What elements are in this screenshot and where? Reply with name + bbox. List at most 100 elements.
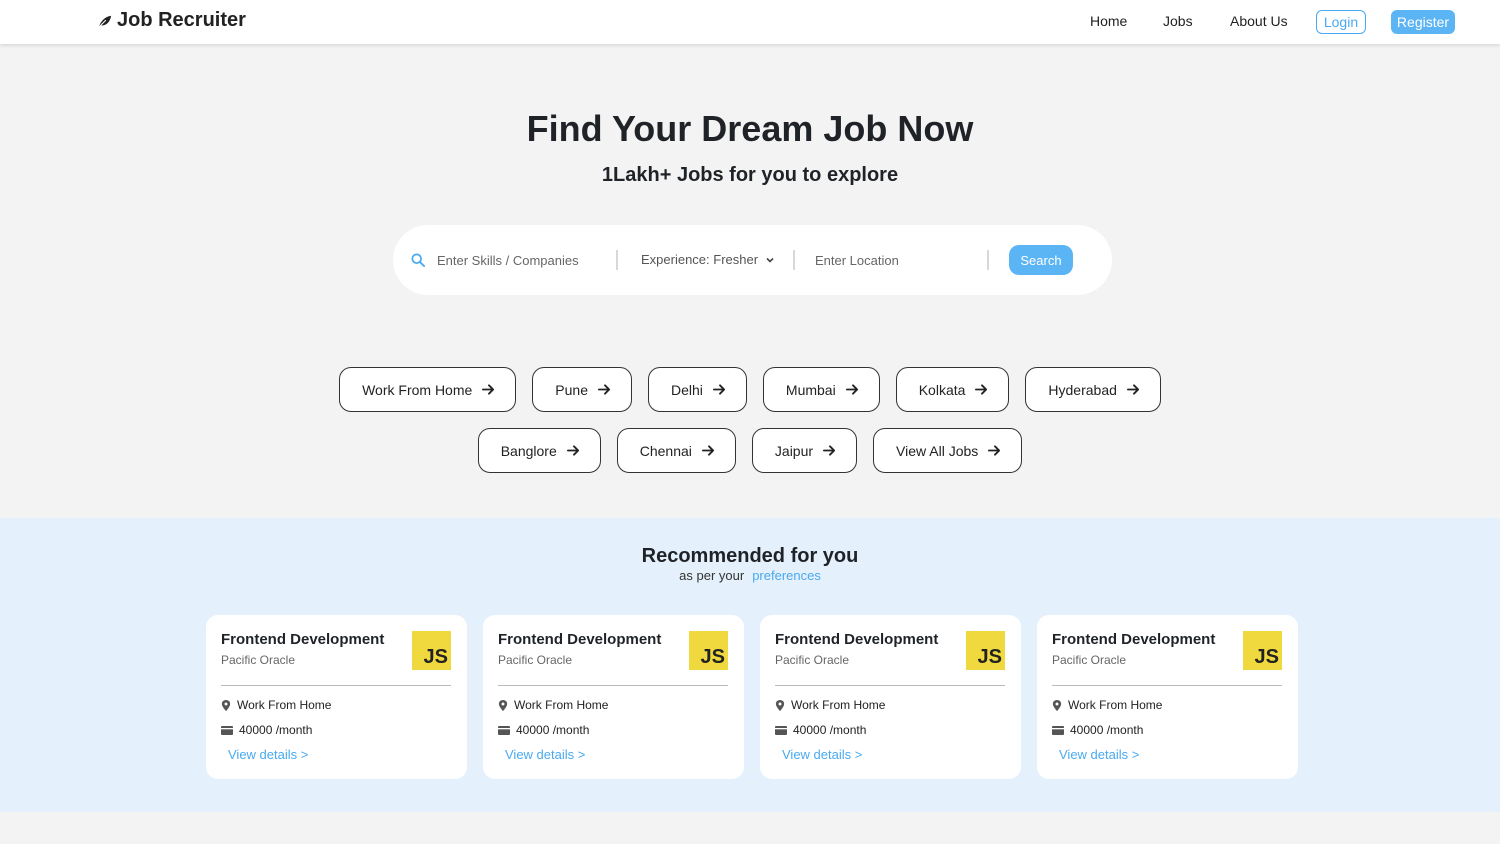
job-card[interactable]: Frontend Development Pacific Oracle JS Work… — [483, 615, 744, 779]
job-card[interactable]: Frontend Development Pacific Oracle JS Work… — [206, 615, 467, 779]
recommended-subtitle: as per your preferences — [0, 568, 1500, 583]
chip-label: Work From Home — [362, 381, 473, 398]
recommended-title: Recommended for you — [641, 545, 859, 567]
card-divider — [498, 685, 728, 686]
job-location: Work From Home — [221, 698, 331, 712]
arrow-right-icon — [845, 384, 858, 395]
job-location: Work From Home — [498, 698, 608, 712]
location-chip[interactable]: Banglore — [477, 428, 601, 473]
view-details-link[interactable]: View details > — [228, 747, 308, 762]
location-chip[interactable]: Chennai — [616, 428, 736, 473]
location-pin-icon — [775, 699, 785, 711]
recommended-subtitle-text: as per your — [679, 568, 745, 583]
logo-text: JS — [977, 646, 1002, 668]
card-divider — [1052, 685, 1282, 686]
arrow-right-icon — [1126, 384, 1139, 395]
location-chip[interactable]: Mumbai — [762, 367, 880, 412]
arrow-right-icon — [566, 445, 579, 456]
preferences-link[interactable]: preferences — [752, 568, 821, 583]
view-details-link[interactable]: View details > — [505, 747, 585, 762]
location-chip[interactable]: Pune — [532, 367, 632, 412]
location-chips-row-2: Banglore Chennai Jaipur View All Jobs — [0, 428, 1500, 473]
location-chips-row-1: Work From Home Pune Delhi Mumbai Kolkata Hyde… — [0, 367, 1500, 412]
brand-name: Job Recruiter — [117, 9, 246, 31]
chevron-down-icon — [766, 257, 774, 263]
location-pin-icon — [1052, 699, 1062, 711]
job-title: Frontend Development — [221, 631, 385, 648]
search-button[interactable]: Search — [1009, 245, 1073, 275]
job-title: Frontend Development — [775, 631, 939, 648]
card-divider — [775, 685, 1005, 686]
job-salary-text: 40000 /month — [1070, 723, 1144, 737]
view-details-link[interactable]: View details > — [1059, 747, 1139, 762]
chip-label: Pune — [555, 381, 588, 398]
job-title: Frontend Development — [498, 631, 662, 648]
arrow-right-icon — [975, 384, 988, 395]
wallet-icon — [498, 726, 510, 735]
job-card[interactable]: Frontend Development Pacific Oracle JS Work… — [1037, 615, 1298, 779]
job-salary-text: 40000 /month — [793, 723, 867, 737]
location-chip[interactable]: Delhi — [648, 367, 747, 412]
location-chip[interactable]: Kolkata — [895, 367, 1010, 412]
card-divider — [221, 685, 451, 686]
chip-label: Banglore — [500, 442, 557, 459]
chip-label: View All Jobs — [896, 442, 979, 459]
company-name: Pacific Oracle — [221, 653, 296, 667]
location-pin-icon — [498, 699, 508, 711]
divider — [616, 250, 618, 270]
job-salary: 40000 /month — [221, 723, 312, 737]
job-title: Frontend Development — [1052, 631, 1216, 648]
experience-dropdown-value: Experience: Fresher — [641, 252, 759, 267]
job-location-text: Work From Home — [514, 698, 609, 712]
js-logo-icon: JS — [966, 631, 1005, 670]
skills-search-input[interactable] — [437, 249, 597, 271]
divider — [793, 250, 795, 270]
logo-text: JS — [423, 646, 448, 668]
location-chip[interactable]: Jaipur — [751, 428, 858, 473]
experience-dropdown[interactable]: Experience: Fresher — [641, 252, 775, 267]
job-location: Work From Home — [1052, 698, 1162, 712]
arrow-right-icon — [482, 384, 495, 395]
arrow-right-icon — [712, 384, 725, 395]
search-bar: Experience: Fresher Search — [393, 225, 1112, 295]
arrow-right-icon — [988, 445, 1001, 456]
nav-about-us[interactable]: About Us — [1230, 13, 1288, 29]
logo-text: JS — [1254, 646, 1279, 668]
job-location: Work From Home — [775, 698, 885, 712]
arrow-right-icon — [598, 384, 611, 395]
navbar: Job Recruiter Home Jobs About Us Login R… — [0, 0, 1500, 44]
nav-jobs[interactable]: Jobs — [1163, 13, 1193, 29]
job-salary: 40000 /month — [775, 723, 866, 737]
job-salary-text: 40000 /month — [516, 723, 590, 737]
location-input[interactable] — [815, 249, 975, 271]
js-logo-icon: JS — [412, 631, 451, 670]
recommended-section: Recommended for you as per your preferenc… — [0, 518, 1500, 812]
wallet-icon — [221, 726, 233, 735]
job-location-text: Work From Home — [237, 698, 332, 712]
js-logo-icon: JS — [1243, 631, 1282, 670]
chip-label: Mumbai — [785, 381, 836, 398]
js-logo-icon: JS — [689, 631, 728, 670]
arrow-right-icon — [823, 445, 836, 456]
search-icon — [411, 253, 425, 267]
arrow-right-icon — [701, 445, 714, 456]
chip-label: Chennai — [639, 442, 692, 459]
login-button[interactable]: Login — [1316, 10, 1366, 34]
job-location-text: Work From Home — [1068, 698, 1163, 712]
location-pin-icon — [221, 699, 231, 711]
wallet-icon — [775, 726, 787, 735]
company-name: Pacific Oracle — [498, 653, 573, 667]
job-card[interactable]: Frontend Development Pacific Oracle JS Work… — [760, 615, 1021, 779]
location-chip[interactable]: Hyderabad — [1025, 367, 1161, 412]
nav-home[interactable]: Home — [1090, 13, 1127, 29]
location-chip[interactable]: Work From Home — [339, 367, 517, 412]
leaf-icon — [98, 15, 112, 27]
brand-logo[interactable]: Job Recruiter — [98, 9, 246, 32]
divider — [987, 250, 989, 270]
chip-label: Delhi — [671, 381, 703, 398]
job-salary: 40000 /month — [1052, 723, 1143, 737]
register-button[interactable]: Register — [1391, 10, 1455, 34]
logo-text: JS — [700, 646, 725, 668]
view-details-link[interactable]: View details > — [782, 747, 862, 762]
location-chip[interactable]: View All Jobs — [873, 428, 1023, 473]
